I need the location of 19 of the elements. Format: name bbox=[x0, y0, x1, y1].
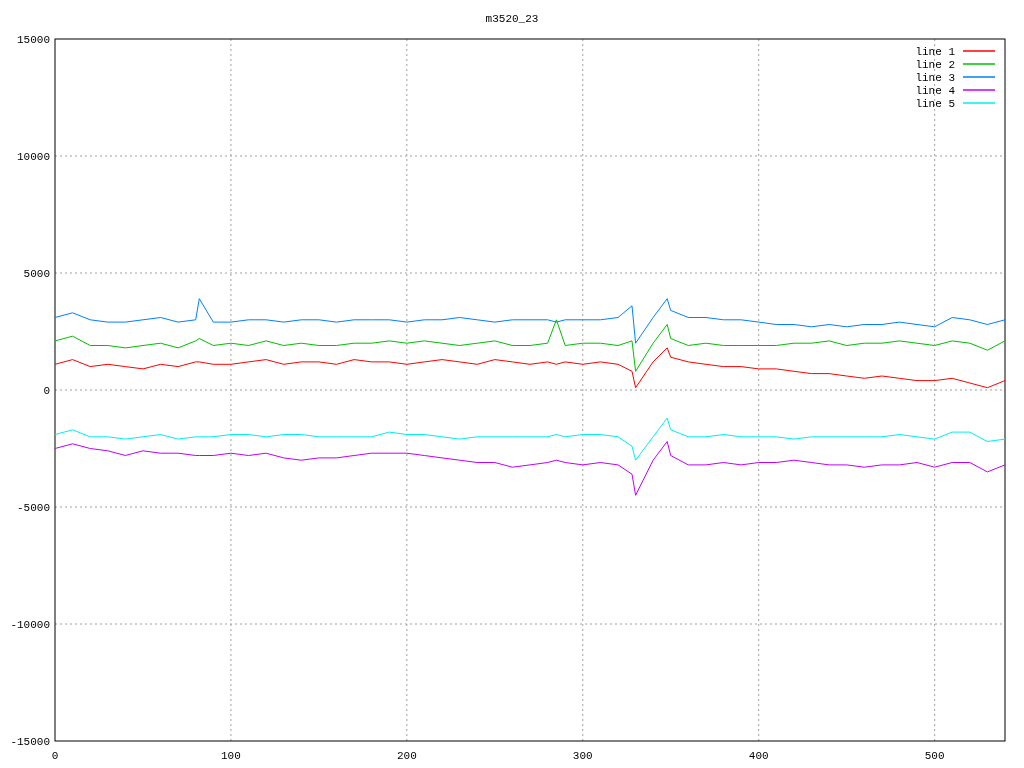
y-tick-label: 5000 bbox=[23, 268, 50, 280]
y-tick-label: -15000 bbox=[10, 736, 50, 748]
legend-label: line 1 bbox=[915, 46, 955, 58]
legend-label: line 5 bbox=[915, 98, 955, 110]
x-tick-label: 400 bbox=[748, 750, 769, 762]
x-tick-label: 300 bbox=[572, 750, 593, 762]
x-tick-label: 200 bbox=[396, 750, 417, 762]
y-tick-label: 0 bbox=[43, 385, 50, 397]
legend-label: line 2 bbox=[915, 59, 955, 71]
y-tick-label: 15000 bbox=[17, 34, 50, 46]
chart-title: m3520_23 bbox=[485, 13, 539, 25]
y-tick-label: -5000 bbox=[17, 502, 50, 514]
x-tick-label: 100 bbox=[221, 750, 241, 762]
y-tick-label: -10000 bbox=[10, 619, 50, 631]
y-tick-label: 10000 bbox=[17, 151, 50, 163]
legend-label: line 4 bbox=[915, 85, 955, 97]
legend-label: line 3 bbox=[915, 72, 955, 84]
x-tick-label: 500 bbox=[924, 750, 945, 762]
x-tick-label: 0 bbox=[51, 750, 59, 762]
